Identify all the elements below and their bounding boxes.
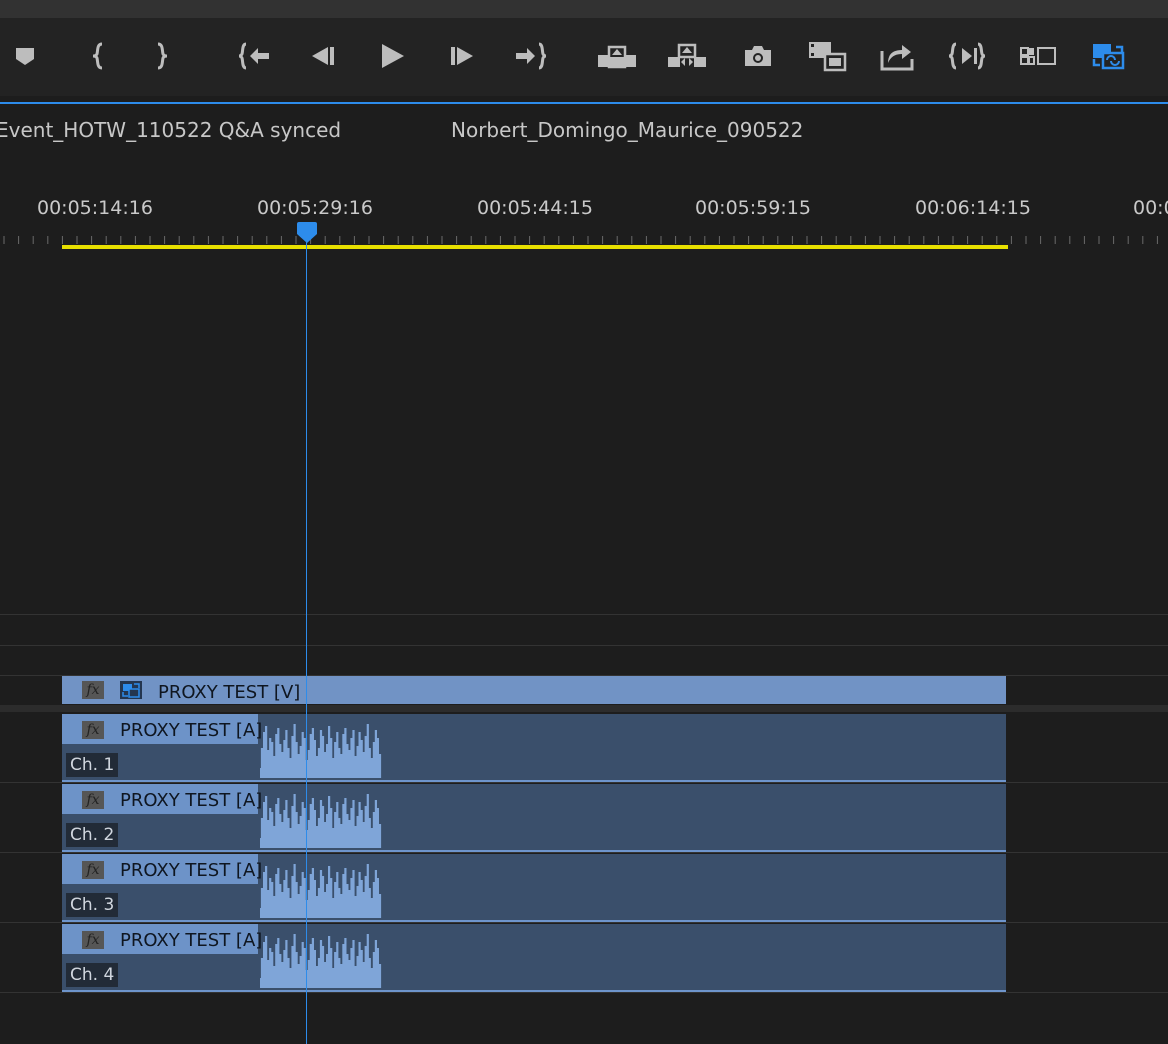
channel-label: Ch. 2 — [66, 823, 119, 847]
audio-waveform — [260, 864, 382, 918]
track-divider — [0, 645, 1168, 646]
ruler-timecode: 00:0 — [1133, 197, 1168, 219]
audio-channel-area: Ch. 3 — [62, 888, 258, 920]
proxy-icon — [120, 681, 142, 699]
ruler-timecode: 00:05:29:16 — [257, 197, 373, 219]
video-clip[interactable]: fx PROXY TEST [V] — [62, 676, 1006, 704]
insert-icon — [809, 42, 847, 72]
fx-badge: fx — [82, 791, 104, 809]
mark-in-icon — [92, 42, 103, 70]
multi-camera-button[interactable] — [1018, 36, 1058, 76]
transport-toolbar — [0, 18, 1168, 96]
time-ruler[interactable] — [0, 226, 1168, 246]
audio-clip-header: fx PROXY TEST [A] — [62, 924, 262, 954]
go-to-out-button[interactable] — [511, 36, 551, 76]
audio-clip-header: fx PROXY TEST [A] — [62, 784, 262, 814]
export-frame-button[interactable] — [738, 36, 778, 76]
marker-icon — [16, 48, 34, 65]
audio-waveform — [260, 724, 382, 778]
lift-icon — [598, 45, 636, 69]
go-to-in-icon — [238, 42, 269, 70]
go-to-in-button[interactable] — [234, 36, 274, 76]
extract-button[interactable] — [667, 36, 707, 76]
playhead-handle[interactable] — [296, 222, 318, 244]
waveform-peaks — [260, 934, 382, 988]
audio-clip-header: fx PROXY TEST [A] — [62, 714, 262, 744]
go-to-out-icon — [516, 42, 547, 70]
audio-clip-title: PROXY TEST [A] — [120, 860, 263, 881]
lift-button[interactable] — [597, 36, 637, 76]
ruler-timecode: 00:06:14:15 — [915, 197, 1031, 219]
toggle-proxies-button[interactable] — [1088, 36, 1128, 76]
ruler-timecode: 00:05:59:15 — [695, 197, 811, 219]
track-divider — [0, 852, 1168, 853]
audio-waveform — [260, 794, 382, 848]
fx-badge: fx — [82, 721, 104, 739]
extract-icon — [668, 43, 706, 67]
overwrite-icon — [880, 45, 914, 71]
track-divider — [0, 782, 1168, 783]
track-divider — [0, 614, 1168, 615]
mark-out-icon — [157, 42, 168, 70]
playhead-line — [306, 238, 307, 1044]
overwrite-button[interactable] — [877, 36, 917, 76]
audio-clip-title: PROXY TEST [A] — [120, 720, 263, 741]
play-button[interactable] — [372, 36, 412, 76]
channel-label: Ch. 4 — [66, 963, 119, 987]
ruler-timecode: 00:05:14:16 — [37, 197, 153, 219]
step-back-icon — [312, 47, 334, 65]
audio-clip[interactable]: fx PROXY TEST [A] Ch. 2 — [62, 784, 1006, 852]
audio-clip[interactable]: fx PROXY TEST [A] Ch. 1 — [62, 714, 1006, 782]
audio-channel-area: Ch. 4 — [62, 958, 258, 990]
mark-out-button[interactable] — [142, 36, 182, 76]
panel-top-strip — [0, 0, 1168, 18]
video-audio-divider — [0, 705, 1168, 712]
waveform-peaks — [260, 794, 382, 848]
audio-channel-area: Ch. 1 — [62, 748, 258, 780]
audio-clip-title: PROXY TEST [A] — [120, 930, 263, 951]
video-clip-title: PROXY TEST [V] — [158, 682, 301, 703]
waveform-peaks — [260, 864, 382, 918]
play-icon — [382, 44, 404, 68]
audio-channel-area: Ch. 2 — [62, 818, 258, 850]
sequence-tab-event[interactable]: Event_HOTW_110522 Q&A synced — [0, 118, 341, 142]
track-divider — [0, 992, 1168, 993]
add-marker-button[interactable] — [5, 36, 45, 76]
in-out-range-bar[interactable] — [62, 245, 1008, 249]
audio-clip[interactable]: fx PROXY TEST [A] Ch. 3 — [62, 854, 1006, 922]
fx-badge: fx — [82, 681, 104, 699]
audio-clip-header: fx PROXY TEST [A] — [62, 854, 262, 884]
trim-button[interactable] — [947, 36, 987, 76]
camera-icon — [745, 46, 771, 66]
mark-in-button[interactable] — [78, 36, 118, 76]
fx-badge: fx — [82, 931, 104, 949]
audio-waveform — [260, 934, 382, 988]
insert-button[interactable] — [807, 36, 847, 76]
fx-badge: fx — [82, 861, 104, 879]
proxy-toggle-icon — [1092, 44, 1125, 70]
panel-focus-line — [0, 102, 1168, 104]
step-back-button[interactable] — [302, 36, 342, 76]
audio-clip[interactable]: fx PROXY TEST [A] Ch. 4 — [62, 924, 1006, 992]
channel-label: Ch. 3 — [66, 893, 119, 917]
step-forward-icon — [451, 47, 473, 65]
sequence-tab-norbert[interactable]: Norbert_Domingo_Maurice_090522 — [451, 118, 803, 142]
audio-clip-title: PROXY TEST [A] — [120, 790, 263, 811]
multicam-icon — [1020, 47, 1056, 65]
step-forward-button[interactable] — [443, 36, 483, 76]
ruler-timecode: 00:05:44:15 — [477, 197, 593, 219]
trim-icon — [948, 42, 986, 70]
waveform-peaks — [260, 724, 382, 778]
channel-label: Ch. 1 — [66, 753, 119, 777]
track-divider — [0, 922, 1168, 923]
